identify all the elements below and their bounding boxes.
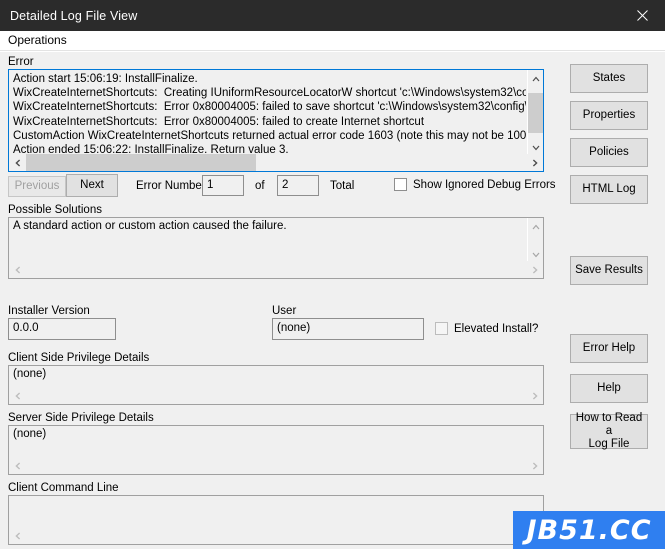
error-group-label: Error (8, 56, 34, 68)
total-label: Total (330, 180, 355, 192)
detailed-log-file-view-window: Detailed Log File View Operations Error … (0, 0, 665, 549)
checkbox-box-icon[interactable] (394, 178, 407, 191)
states-button[interactable]: States (570, 64, 648, 93)
policies-button[interactable]: Policies (570, 138, 648, 167)
possible-solutions-label: Possible Solutions (8, 204, 102, 216)
error-help-button[interactable]: Error Help (570, 334, 648, 363)
installer-version-label: Installer Version (8, 305, 90, 317)
window-title: Detailed Log File View (10, 8, 138, 23)
close-icon[interactable] (619, 0, 665, 31)
chevron-left-icon[interactable] (9, 154, 26, 171)
total-input[interactable]: 2 (277, 175, 319, 196)
server-privilege-label: Server Side Privilege Details (8, 412, 154, 424)
server-privilege-box[interactable]: (none) (8, 425, 544, 475)
error-log-line: CustomAction WixCreateInternetShortcuts … (13, 129, 526, 142)
client-command-line-label: Client Command Line (8, 482, 119, 494)
show-ignored-debug-errors-checkbox[interactable]: Show Ignored Debug Errors (394, 178, 556, 191)
error-log-line: Action start 15:06:19: InstallFinalize. (13, 73, 198, 85)
how-to-read-a-log-file-button[interactable]: How to Read a Log File (570, 412, 648, 450)
chevron-right-icon[interactable] (526, 457, 543, 474)
possible-solutions-box[interactable]: A standard action or custom action cause… (8, 217, 544, 279)
chevron-right-icon[interactable] (526, 154, 543, 171)
help-button[interactable]: Help (570, 374, 648, 403)
client-privilege-hscroll-track[interactable] (26, 387, 526, 404)
client-area: Error Action start 15:06:19: InstallFina… (0, 51, 665, 549)
error-log-line: WixCreateInternetShortcuts: Error 0x8000… (13, 101, 526, 114)
titlebar: Detailed Log File View (0, 0, 665, 31)
error-log-line: WixCreateInternetShortcuts: Creating IUn… (13, 87, 526, 100)
possible-solutions-hscroll-track[interactable] (26, 261, 526, 278)
error-number-input[interactable]: 1 (202, 175, 244, 196)
error-log-line: Action ended 15:06:22: InstallFinalize. … (13, 144, 289, 154)
client-command-line-text (9, 496, 539, 527)
installer-version-input[interactable]: 0.0.0 (8, 318, 116, 340)
chevron-up-icon[interactable] (528, 70, 544, 87)
properties-button[interactable]: Properties (570, 101, 648, 130)
chevron-up-icon[interactable] (528, 218, 544, 235)
error-log-line: WixCreateInternetShortcuts: Error 0x8000… (13, 115, 425, 128)
of-label: of (255, 180, 265, 192)
error-log-horizontal-scrollbar[interactable] (9, 154, 543, 171)
error-log-vscroll-track[interactable] (527, 87, 543, 139)
chevron-left-icon[interactable] (9, 527, 26, 544)
possible-solutions-vscroll-track[interactable] (528, 235, 544, 246)
show-ignored-debug-errors-label: Show Ignored Debug Errors (413, 178, 556, 191)
server-privilege-horizontal-scrollbar[interactable] (9, 457, 543, 474)
user-input[interactable]: (none) (272, 318, 424, 340)
next-button[interactable]: Next (66, 174, 118, 197)
client-command-line-horizontal-scrollbar[interactable] (9, 527, 543, 544)
client-command-line-box[interactable] (8, 495, 544, 545)
chevron-right-icon[interactable] (526, 387, 543, 404)
error-log-vertical-scrollbar[interactable] (527, 70, 543, 156)
checkbox-box-icon[interactable] (435, 322, 448, 335)
html-log-button[interactable]: HTML Log (570, 175, 648, 204)
chevron-left-icon[interactable] (9, 457, 26, 474)
server-privilege-text: (none) (13, 428, 47, 440)
client-privilege-label: Client Side Privilege Details (8, 352, 150, 364)
elevated-install-label: Elevated Install? (454, 322, 539, 335)
menu-item-operations[interactable]: Operations (0, 31, 73, 50)
menubar: Operations (0, 31, 665, 51)
client-privilege-horizontal-scrollbar[interactable] (9, 387, 543, 404)
client-command-line-hscroll-track[interactable] (26, 527, 526, 544)
client-privilege-box[interactable]: (none) (8, 365, 544, 405)
previous-button[interactable]: Previous (8, 176, 66, 197)
client-privilege-text: (none) (13, 368, 47, 380)
chevron-left-icon[interactable] (9, 261, 26, 278)
user-label: User (272, 305, 297, 317)
error-log-text: Action start 15:06:19: InstallFinalize. W… (9, 70, 526, 154)
possible-solutions-horizontal-scrollbar[interactable] (9, 261, 543, 278)
error-log-vscroll-thumb[interactable] (527, 93, 543, 133)
watermark: JB51.CC (513, 511, 665, 549)
elevated-install-checkbox[interactable]: Elevated Install? (435, 322, 538, 335)
chevron-right-icon[interactable] (526, 261, 543, 278)
save-results-button[interactable]: Save Results (570, 256, 648, 285)
possible-solutions-text: A standard action or custom action cause… (13, 220, 287, 232)
error-log-hscroll-thumb[interactable] (26, 154, 256, 171)
error-log-box[interactable]: Action start 15:06:19: InstallFinalize. W… (8, 69, 544, 172)
server-privilege-hscroll-track[interactable] (26, 457, 526, 474)
error-number-label: Error Number (136, 180, 206, 192)
error-log-hscroll-track[interactable] (26, 154, 526, 171)
chevron-left-icon[interactable] (9, 387, 26, 404)
possible-solutions-vertical-scrollbar[interactable] (527, 218, 543, 263)
